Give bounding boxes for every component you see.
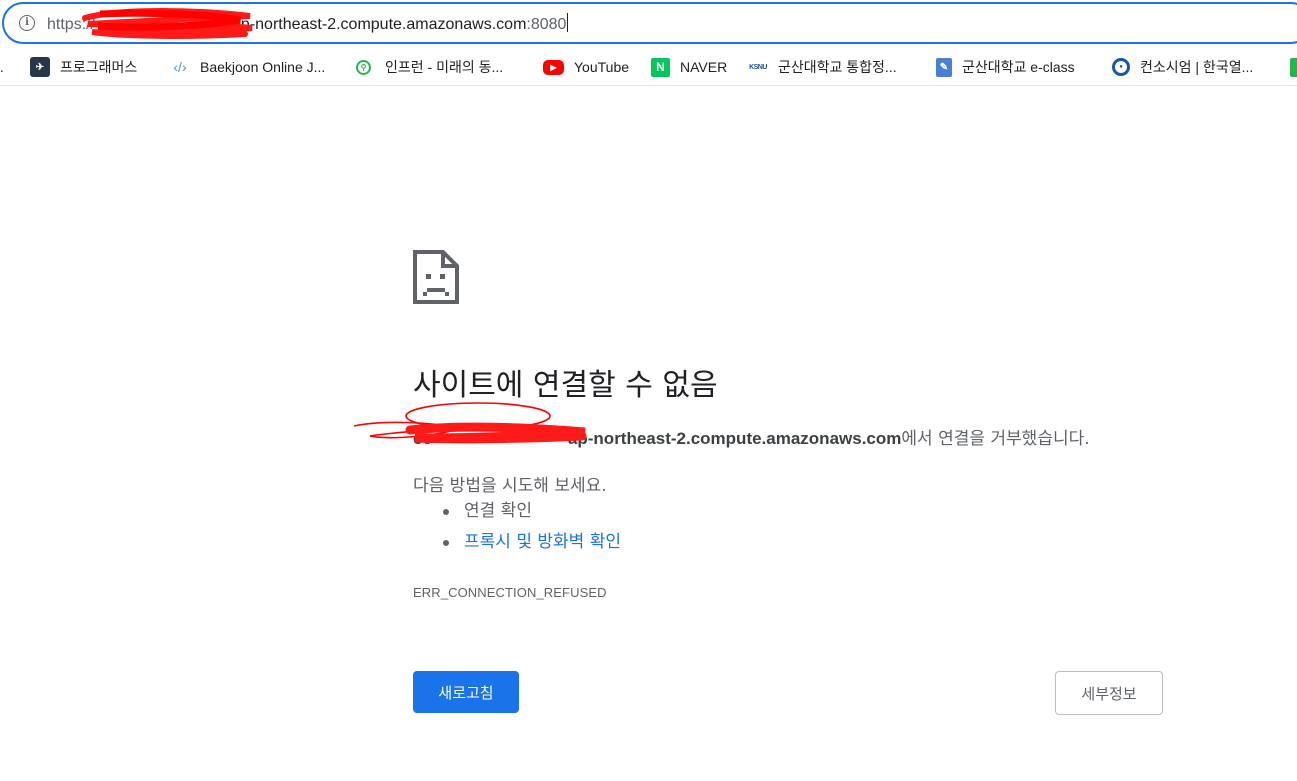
suggestion-check-proxy-firewall-link[interactable]: 프록시 및 방화벽 확인	[440, 531, 621, 562]
inflearn-icon: ⚲	[356, 59, 371, 75]
bookmark-naver[interactable]: N NAVER	[651, 55, 727, 79]
bookmark-consortium[interactable]: ● 컨소시엄 | 한국열...	[1112, 55, 1253, 79]
suggestions-list: 연결 확인 프록시 및 방화벽 확인	[440, 500, 621, 562]
bookmark-eclass[interactable]: ✎ 군산대학교 e-class	[936, 55, 1075, 79]
code-brackets-icon: ‹/›	[173, 59, 187, 75]
eclass-notepad-icon: ✎	[936, 57, 952, 77]
error-description: ec ap-northeast-2.compute.amazonaws.com에서…	[413, 429, 1090, 449]
bookmark-baekjoon[interactable]: ‹/› Baekjoon Online J...	[170, 55, 325, 79]
bookmarks-bar: .. ✈ 프로그래머스 ‹/› Baekjoon Online J... ⚲ 인…	[0, 48, 1297, 86]
youtube-icon: ▶	[543, 59, 564, 75]
sad-page-icon	[413, 250, 459, 304]
text-caret	[567, 13, 569, 32]
details-button[interactable]: 세부정보	[1055, 671, 1163, 715]
suggestion-check-connection: 연결 확인	[440, 500, 621, 531]
info-icon[interactable]: i	[19, 15, 35, 31]
naver-icon: N	[651, 57, 670, 77]
url-text[interactable]: https://ap-northeast-2.compute.amazonaws…	[47, 13, 569, 34]
error-host: ec ap-northeast-2.compute.amazonaws.com	[413, 429, 902, 448]
bookmark-ksnu[interactable]: KSNU 군산대학교 통합정...	[748, 55, 897, 79]
error-code: ERR_CONNECTION_REFUSED	[413, 585, 607, 600]
bookmark-youtube[interactable]: ▶ YouTube	[543, 55, 629, 79]
bookmark-overflow-right[interactable]	[1290, 55, 1297, 79]
address-bar[interactable]: i https://ap-northeast-2.compute.amazona…	[2, 2, 1297, 44]
reload-button[interactable]: 새로고침	[413, 671, 519, 713]
programmers-icon: ✈	[30, 57, 50, 77]
bookmark-programmers[interactable]: ✈ 프로그래머스	[30, 55, 137, 79]
consortium-icon: ●	[1112, 58, 1130, 76]
error-title: 사이트에 연결할 수 없음	[413, 368, 718, 403]
green-bookmark-icon	[1290, 57, 1297, 77]
ksnu-icon: KSNU	[749, 63, 767, 71]
bookmark-inflearn[interactable]: ⚲ 인프런 - 미래의 동...	[356, 55, 503, 79]
try-text: 다음 방법을 시도해 보세요.	[413, 476, 607, 496]
bookmark-overflow-left[interactable]: ..	[0, 55, 4, 79]
